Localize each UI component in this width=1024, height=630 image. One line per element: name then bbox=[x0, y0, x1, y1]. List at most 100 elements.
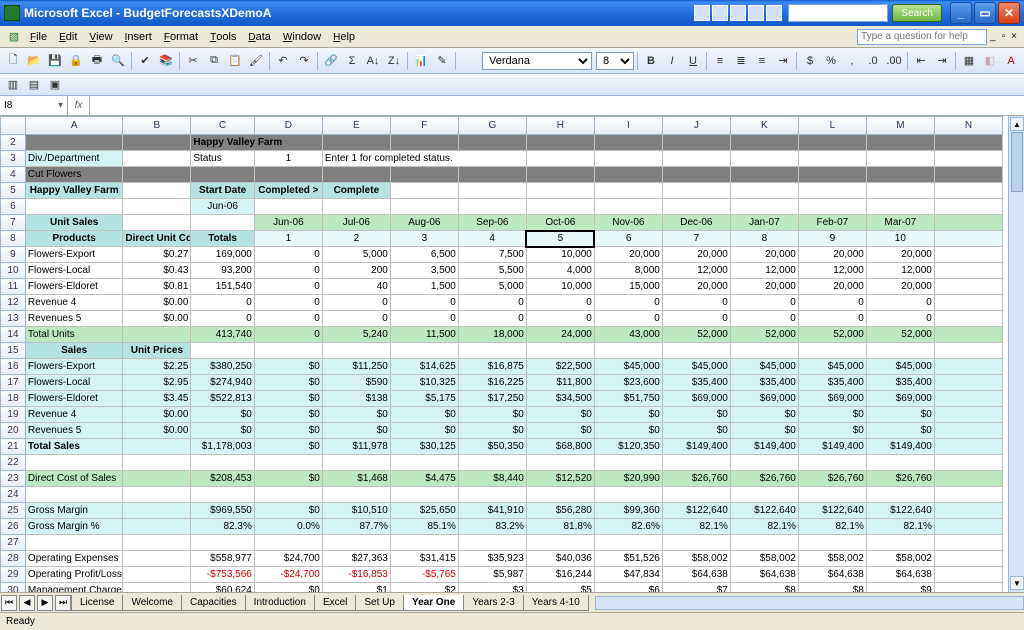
cell[interactable] bbox=[390, 455, 458, 471]
font-color-button[interactable]: A bbox=[1001, 51, 1021, 71]
cell[interactable]: 52,000 bbox=[798, 327, 866, 343]
row-header[interactable]: 17 bbox=[1, 375, 26, 391]
cell[interactable]: $50,350 bbox=[458, 439, 526, 455]
cell[interactable]: $0.27 bbox=[123, 247, 191, 263]
col-header[interactable]: D bbox=[254, 117, 322, 135]
cell[interactable]: 82.1% bbox=[798, 519, 866, 535]
cell[interactable]: $0 bbox=[254, 375, 322, 391]
addin-icon[interactable] bbox=[712, 5, 728, 21]
cell[interactable]: $2.95 bbox=[123, 375, 191, 391]
cell[interactable] bbox=[526, 455, 594, 471]
cell[interactable] bbox=[934, 551, 1002, 567]
cell[interactable]: $122,640 bbox=[798, 503, 866, 519]
cell[interactable]: Flowers-Export bbox=[25, 359, 122, 375]
cell[interactable]: 0 bbox=[798, 295, 866, 311]
cell[interactable]: 5 bbox=[526, 231, 594, 247]
cell[interactable]: $64,638 bbox=[662, 567, 730, 583]
cell[interactable] bbox=[934, 439, 1002, 455]
row-header[interactable]: 29 bbox=[1, 567, 26, 583]
undo-button[interactable]: ↶ bbox=[273, 51, 293, 71]
cell[interactable]: 24,000 bbox=[526, 327, 594, 343]
cell[interactable]: -$753,566 bbox=[191, 567, 254, 583]
cell[interactable] bbox=[390, 535, 458, 551]
cell[interactable]: 20,000 bbox=[730, 279, 798, 295]
cell[interactable] bbox=[254, 343, 322, 359]
cell[interactable] bbox=[458, 183, 526, 199]
cell[interactable]: $11,250 bbox=[322, 359, 390, 375]
select-all[interactable] bbox=[1, 117, 26, 135]
cell[interactable] bbox=[390, 183, 458, 199]
cell[interactable] bbox=[798, 183, 866, 199]
cell[interactable]: $64,638 bbox=[866, 567, 934, 583]
cell[interactable]: $138 bbox=[322, 391, 390, 407]
permission-button[interactable]: 🔒 bbox=[66, 51, 86, 71]
cell[interactable] bbox=[25, 135, 122, 151]
cell[interactable]: 413,740 bbox=[191, 327, 254, 343]
cell[interactable]: $522,813 bbox=[191, 391, 254, 407]
cell[interactable]: $56,280 bbox=[526, 503, 594, 519]
cell[interactable]: 7,500 bbox=[458, 247, 526, 263]
cell[interactable] bbox=[798, 151, 866, 167]
cell[interactable]: 93,200 bbox=[191, 263, 254, 279]
cell[interactable] bbox=[322, 455, 390, 471]
cell[interactable] bbox=[662, 455, 730, 471]
row-header[interactable]: 24 bbox=[1, 487, 26, 503]
print-button[interactable]: 🖶 bbox=[87, 51, 107, 71]
cell[interactable]: Management Charges bbox=[25, 583, 122, 593]
tool-button[interactable]: ▣ bbox=[45, 75, 65, 95]
cell[interactable]: $58,002 bbox=[730, 551, 798, 567]
cell[interactable]: $10,510 bbox=[322, 503, 390, 519]
cell[interactable]: $0 bbox=[594, 407, 662, 423]
cell[interactable]: $8,440 bbox=[458, 471, 526, 487]
cell[interactable]: Dec-06 bbox=[662, 215, 730, 231]
cell[interactable]: $0 bbox=[866, 423, 934, 439]
cell[interactable]: 0 bbox=[322, 311, 390, 327]
cell[interactable]: 2 bbox=[322, 231, 390, 247]
cell[interactable]: $34,500 bbox=[526, 391, 594, 407]
cell[interactable] bbox=[662, 151, 730, 167]
cell[interactable]: Flowers-Local bbox=[25, 263, 122, 279]
cell[interactable]: Unit Prices bbox=[123, 343, 191, 359]
cell[interactable] bbox=[25, 535, 122, 551]
cell[interactable] bbox=[866, 487, 934, 503]
cell[interactable] bbox=[798, 167, 866, 183]
dec-indent-button[interactable]: ⇤ bbox=[911, 51, 931, 71]
cell[interactable] bbox=[866, 151, 934, 167]
cell[interactable]: 4,000 bbox=[526, 263, 594, 279]
cell[interactable]: 43,000 bbox=[594, 327, 662, 343]
row-header[interactable]: 23 bbox=[1, 471, 26, 487]
cell[interactable] bbox=[594, 343, 662, 359]
cell[interactable]: Flowers-Local bbox=[25, 375, 122, 391]
cell[interactable]: 4 bbox=[458, 231, 526, 247]
cell[interactable]: $64,638 bbox=[798, 567, 866, 583]
cell[interactable]: $149,400 bbox=[662, 439, 730, 455]
cell[interactable]: $16,244 bbox=[526, 567, 594, 583]
row-header[interactable]: 14 bbox=[1, 327, 26, 343]
cell[interactable] bbox=[123, 167, 191, 183]
menu-insert[interactable]: Insert bbox=[119, 29, 158, 45]
cell[interactable] bbox=[526, 183, 594, 199]
cell[interactable] bbox=[934, 455, 1002, 471]
cell[interactable]: 0 bbox=[662, 295, 730, 311]
row-header[interactable]: 16 bbox=[1, 359, 26, 375]
cell[interactable]: Operating Expenses bbox=[25, 551, 122, 567]
tool-button[interactable]: ▥ bbox=[3, 75, 23, 95]
percent-button[interactable]: % bbox=[821, 51, 841, 71]
cell[interactable]: $0 bbox=[254, 583, 322, 593]
cell[interactable]: $16,875 bbox=[458, 359, 526, 375]
cell[interactable]: Direct Unit Cost bbox=[123, 231, 191, 247]
cell[interactable]: 3,500 bbox=[390, 263, 458, 279]
cell[interactable]: 12,000 bbox=[730, 263, 798, 279]
cell[interactable]: Gross Margin % bbox=[25, 519, 122, 535]
cell[interactable]: $8 bbox=[798, 583, 866, 593]
cell[interactable]: 15,000 bbox=[594, 279, 662, 295]
row-header[interactable]: 5 bbox=[1, 183, 26, 199]
col-header[interactable]: K bbox=[730, 117, 798, 135]
row-header[interactable]: 28 bbox=[1, 551, 26, 567]
tab-nav-next[interactable]: ▶ bbox=[37, 595, 53, 611]
col-header[interactable]: L bbox=[798, 117, 866, 135]
cell[interactable] bbox=[191, 487, 254, 503]
addin-icon[interactable] bbox=[694, 5, 710, 21]
cell[interactable]: $69,000 bbox=[662, 391, 730, 407]
cell[interactable]: 0 bbox=[526, 311, 594, 327]
